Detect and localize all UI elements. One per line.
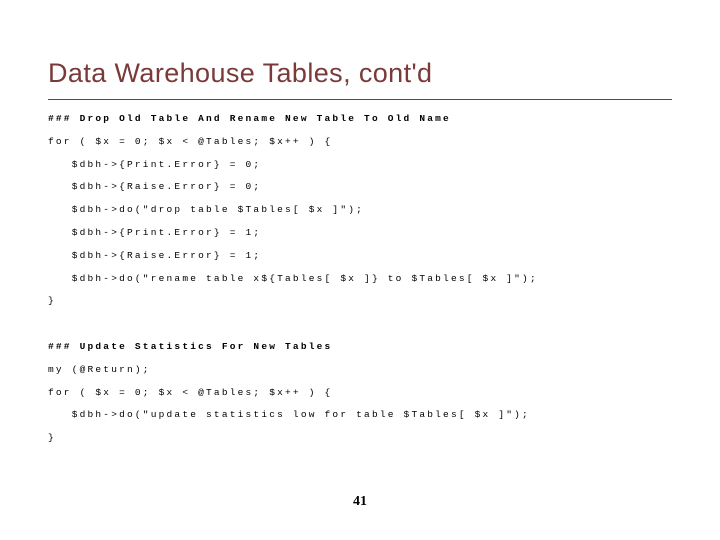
slide-title: Data Warehouse Tables, cont'd bbox=[48, 58, 672, 89]
code-line: $dbh->do("rename table x${Tables[ $x ]} … bbox=[48, 273, 538, 284]
code-comment: ### Update Statistics For New Tables bbox=[48, 341, 332, 352]
code-line: for ( $x = 0; $x < @Tables; $x++ ) { bbox=[48, 387, 332, 398]
title-rule bbox=[48, 99, 672, 100]
code-line: $dbh->{Raise.Error} = 1; bbox=[48, 250, 261, 261]
code-line: } bbox=[48, 432, 56, 443]
code-line: $dbh->do("update statistics low for tabl… bbox=[48, 409, 530, 420]
code-line: $dbh->{Print.Error} = 1; bbox=[48, 227, 261, 238]
code-line: $dbh->{Raise.Error} = 0; bbox=[48, 181, 261, 192]
page-number: 41 bbox=[0, 494, 720, 510]
code-line: for ( $x = 0; $x < @Tables; $x++ ) { bbox=[48, 136, 332, 147]
code-line: $dbh->{Print.Error} = 0; bbox=[48, 159, 261, 170]
code-block: ### Drop Old Table And Rename New Table … bbox=[48, 108, 672, 450]
code-comment: ### Drop Old Table And Rename New Table … bbox=[48, 113, 451, 124]
code-line: } bbox=[48, 295, 56, 306]
slide: Data Warehouse Tables, cont'd ### Drop O… bbox=[0, 0, 720, 540]
code-line: $dbh->do("drop table $Tables[ $x ]"); bbox=[48, 204, 364, 215]
code-line: my (@Return); bbox=[48, 364, 151, 375]
